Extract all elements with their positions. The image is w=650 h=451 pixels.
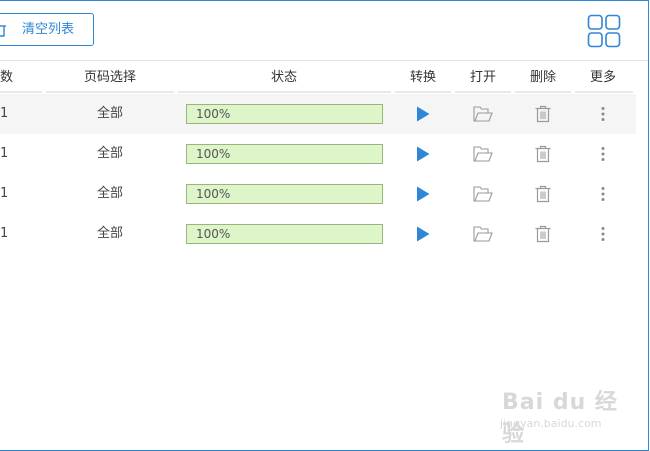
header-divider <box>0 91 42 93</box>
clear-list-button[interactable]: 清空列表 <box>0 13 94 46</box>
more-vertical-icon <box>600 146 606 162</box>
convert-button[interactable] <box>393 214 453 254</box>
header-open: 打开 <box>469 70 496 85</box>
progress-bar: 100% <box>186 144 383 164</box>
more-vertical-icon <box>600 186 606 202</box>
folder-open-icon <box>473 186 493 202</box>
header-convert: 转换 <box>409 70 436 85</box>
pages-cell: 1 <box>0 226 9 241</box>
delete-button[interactable] <box>513 174 573 214</box>
delete-button[interactable] <box>513 134 573 174</box>
page-select-cell[interactable]: 全部 <box>60 174 160 214</box>
trash-icon <box>0 25 6 37</box>
open-button[interactable] <box>453 134 513 174</box>
header-divider <box>46 91 174 93</box>
more-button[interactable] <box>573 134 633 174</box>
progress-label: 100% <box>196 107 231 121</box>
open-button[interactable] <box>453 94 513 134</box>
page-select-cell[interactable]: 全部 <box>60 94 160 134</box>
play-icon <box>416 106 430 122</box>
more-vertical-icon <box>600 226 606 242</box>
pages-cell: 1 <box>0 146 9 161</box>
more-button[interactable] <box>573 94 633 134</box>
more-button[interactable] <box>573 214 633 254</box>
header-status: 状态 <box>270 70 297 85</box>
folder-open-icon <box>473 146 493 162</box>
table-row: 1 全部 100% <box>0 94 636 134</box>
progress-bar: 100% <box>186 224 383 244</box>
header-divider <box>178 91 391 93</box>
header-divider <box>455 91 511 93</box>
trash-icon <box>534 225 552 243</box>
open-button[interactable] <box>453 214 513 254</box>
page-select-cell[interactable]: 全部 <box>60 214 160 254</box>
convert-button[interactable] <box>393 134 453 174</box>
progress-label: 100% <box>196 187 231 201</box>
header-page-select: 页码选择 <box>83 70 136 85</box>
pages-cell: 1 <box>0 106 9 121</box>
progress-bar: 100% <box>186 104 383 124</box>
header-divider <box>395 91 451 93</box>
header-divider <box>575 91 633 93</box>
folder-open-icon <box>473 106 493 122</box>
page-select-cell[interactable]: 全部 <box>60 134 160 174</box>
open-button[interactable] <box>453 174 513 214</box>
toolbar: 清空列表 <box>0 0 648 61</box>
trash-icon <box>534 185 552 203</box>
more-vertical-icon <box>600 106 606 122</box>
pages-cell: 1 <box>0 186 9 201</box>
header-delete: 删除 <box>529 70 556 85</box>
grid-view-icon[interactable] <box>587 14 621 48</box>
trash-icon <box>534 145 552 163</box>
play-icon <box>416 226 430 242</box>
more-button[interactable] <box>573 174 633 214</box>
convert-button[interactable] <box>393 94 453 134</box>
header-divider <box>515 91 571 93</box>
table-row: 1 全部 100% <box>0 174 636 214</box>
delete-button[interactable] <box>513 94 573 134</box>
clear-list-label: 清空列表 <box>22 22 75 37</box>
folder-open-icon <box>473 226 493 242</box>
table-header: 数 页码选择 状态 转换 打开 删除 更多 <box>0 61 636 93</box>
header-pages: 数 <box>0 70 14 85</box>
progress-bar: 100% <box>186 184 383 204</box>
delete-button[interactable] <box>513 214 573 254</box>
play-icon <box>416 146 430 162</box>
table-row: 1 全部 100% <box>0 134 636 174</box>
header-more: 更多 <box>589 70 616 85</box>
trash-icon <box>534 105 552 123</box>
table-row: 1 全部 100% <box>0 214 636 254</box>
progress-label: 100% <box>196 227 231 241</box>
convert-button[interactable] <box>393 174 453 214</box>
play-icon <box>416 186 430 202</box>
progress-label: 100% <box>196 147 231 161</box>
